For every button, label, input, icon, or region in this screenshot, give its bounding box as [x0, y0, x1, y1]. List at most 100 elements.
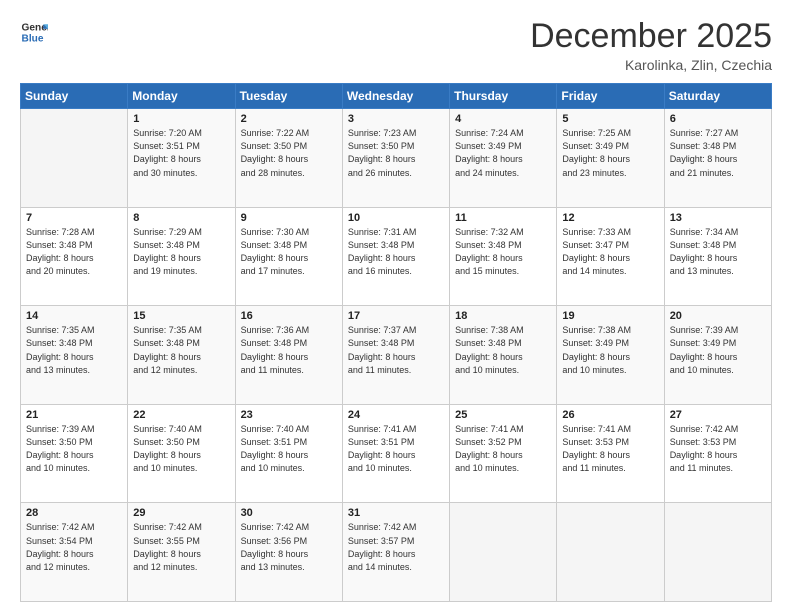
calendar-cell: 2 Sunrise: 7:22 AM Sunset: 3:50 PM Daylig…	[235, 109, 342, 208]
calendar-week-5: 28 Sunrise: 7:42 AM Sunset: 3:54 PM Dayli…	[21, 503, 772, 602]
calendar-cell: 1 Sunrise: 7:20 AM Sunset: 3:51 PM Daylig…	[128, 109, 235, 208]
calendar-cell: 10 Sunrise: 7:31 AM Sunset: 3:48 PM Dayli…	[342, 207, 449, 306]
cell-info: Sunrise: 7:35 AM Sunset: 3:48 PM Dayligh…	[133, 324, 229, 376]
calendar-cell: 27 Sunrise: 7:42 AM Sunset: 3:53 PM Dayli…	[664, 404, 771, 503]
day-number: 31	[348, 507, 444, 519]
month-title: December 2025	[530, 18, 772, 55]
cell-info: Sunrise: 7:34 AM Sunset: 3:48 PM Dayligh…	[670, 226, 766, 278]
cell-info: Sunrise: 7:42 AM Sunset: 3:53 PM Dayligh…	[670, 423, 766, 475]
calendar-week-4: 21 Sunrise: 7:39 AM Sunset: 3:50 PM Dayli…	[21, 404, 772, 503]
cell-info: Sunrise: 7:41 AM Sunset: 3:52 PM Dayligh…	[455, 423, 551, 475]
day-number: 17	[348, 310, 444, 322]
cell-info: Sunrise: 7:42 AM Sunset: 3:57 PM Dayligh…	[348, 521, 444, 573]
cell-info: Sunrise: 7:22 AM Sunset: 3:50 PM Dayligh…	[241, 127, 337, 179]
day-header-saturday: Saturday	[664, 84, 771, 109]
day-header-thursday: Thursday	[450, 84, 557, 109]
day-number: 11	[455, 212, 551, 224]
calendar-cell: 25Sunrise: 7:41 AM Sunset: 3:52 PM Dayli…	[450, 404, 557, 503]
calendar-cell: 24Sunrise: 7:41 AM Sunset: 3:51 PM Dayli…	[342, 404, 449, 503]
logo-icon: General Blue	[20, 18, 48, 46]
cell-info: Sunrise: 7:42 AM Sunset: 3:56 PM Dayligh…	[241, 521, 337, 573]
calendar-cell: 3 Sunrise: 7:23 AM Sunset: 3:50 PM Daylig…	[342, 109, 449, 208]
calendar-cell	[664, 503, 771, 602]
calendar-cell: 28 Sunrise: 7:42 AM Sunset: 3:54 PM Dayli…	[21, 503, 128, 602]
cell-info: Sunrise: 7:39 AM Sunset: 3:49 PM Dayligh…	[670, 324, 766, 376]
day-number: 28	[26, 507, 122, 519]
cell-info: Sunrise: 7:38 AM Sunset: 3:48 PM Dayligh…	[455, 324, 551, 376]
day-number: 16	[241, 310, 337, 322]
logo: General Blue	[20, 18, 48, 46]
cell-info: Sunrise: 7:24 AM Sunset: 3:49 PM Dayligh…	[455, 127, 551, 179]
calendar-week-1: 1 Sunrise: 7:20 AM Sunset: 3:51 PM Daylig…	[21, 109, 772, 208]
calendar-cell: 6 Sunrise: 7:27 AM Sunset: 3:48 PM Daylig…	[664, 109, 771, 208]
day-number: 29	[133, 507, 229, 519]
calendar-cell: 8 Sunrise: 7:29 AM Sunset: 3:48 PM Daylig…	[128, 207, 235, 306]
calendar-cell: 30Sunrise: 7:42 AM Sunset: 3:56 PM Dayli…	[235, 503, 342, 602]
calendar-cell: 20 Sunrise: 7:39 AM Sunset: 3:49 PM Dayli…	[664, 306, 771, 405]
day-number: 21	[26, 409, 122, 421]
calendar-cell: 14 Sunrise: 7:35 AM Sunset: 3:48 PM Dayli…	[21, 306, 128, 405]
cell-info: Sunrise: 7:40 AM Sunset: 3:51 PM Dayligh…	[241, 423, 337, 475]
calendar-cell: 29Sunrise: 7:42 AM Sunset: 3:55 PM Dayli…	[128, 503, 235, 602]
header: General Blue December 2025 Karolinka, Zl…	[20, 18, 772, 73]
cell-info: Sunrise: 7:35 AM Sunset: 3:48 PM Dayligh…	[26, 324, 122, 376]
cell-info: Sunrise: 7:23 AM Sunset: 3:50 PM Dayligh…	[348, 127, 444, 179]
cell-info: Sunrise: 7:42 AM Sunset: 3:54 PM Dayligh…	[26, 521, 122, 573]
day-number: 26	[562, 409, 658, 421]
calendar-cell: 31 Sunrise: 7:42 AM Sunset: 3:57 PM Dayli…	[342, 503, 449, 602]
cell-info: Sunrise: 7:28 AM Sunset: 3:48 PM Dayligh…	[26, 226, 122, 278]
day-number: 27	[670, 409, 766, 421]
calendar-cell: 11 Sunrise: 7:32 AM Sunset: 3:48 PM Dayli…	[450, 207, 557, 306]
cell-info: Sunrise: 7:33 AM Sunset: 3:47 PM Dayligh…	[562, 226, 658, 278]
calendar-week-3: 14 Sunrise: 7:35 AM Sunset: 3:48 PM Dayli…	[21, 306, 772, 405]
calendar-week-2: 7 Sunrise: 7:28 AM Sunset: 3:48 PM Daylig…	[21, 207, 772, 306]
cell-info: Sunrise: 7:31 AM Sunset: 3:48 PM Dayligh…	[348, 226, 444, 278]
calendar-cell: 17 Sunrise: 7:37 AM Sunset: 3:48 PM Dayli…	[342, 306, 449, 405]
calendar-cell: 9Sunrise: 7:30 AM Sunset: 3:48 PM Daylig…	[235, 207, 342, 306]
calendar-cell: 13Sunrise: 7:34 AM Sunset: 3:48 PM Dayli…	[664, 207, 771, 306]
calendar-cell: 15Sunrise: 7:35 AM Sunset: 3:48 PM Dayli…	[128, 306, 235, 405]
cell-info: Sunrise: 7:27 AM Sunset: 3:48 PM Dayligh…	[670, 127, 766, 179]
cell-info: Sunrise: 7:29 AM Sunset: 3:48 PM Dayligh…	[133, 226, 229, 278]
calendar-cell: 5Sunrise: 7:25 AM Sunset: 3:49 PM Daylig…	[557, 109, 664, 208]
day-number: 8	[133, 212, 229, 224]
day-header-monday: Monday	[128, 84, 235, 109]
calendar-cell	[450, 503, 557, 602]
day-number: 5	[562, 113, 658, 125]
day-header-wednesday: Wednesday	[342, 84, 449, 109]
location-subtitle: Karolinka, Zlin, Czechia	[530, 57, 772, 73]
day-number: 1	[133, 113, 229, 125]
calendar-cell: 18 Sunrise: 7:38 AM Sunset: 3:48 PM Dayli…	[450, 306, 557, 405]
calendar-table: SundayMondayTuesdayWednesdayThursdayFrid…	[20, 83, 772, 602]
calendar-cell: 4Sunrise: 7:24 AM Sunset: 3:49 PM Daylig…	[450, 109, 557, 208]
day-number: 6	[670, 113, 766, 125]
cell-info: Sunrise: 7:40 AM Sunset: 3:50 PM Dayligh…	[133, 423, 229, 475]
day-number: 23	[241, 409, 337, 421]
day-number: 9	[241, 212, 337, 224]
day-number: 19	[562, 310, 658, 322]
day-header-friday: Friday	[557, 84, 664, 109]
calendar-header-row: SundayMondayTuesdayWednesdayThursdayFrid…	[21, 84, 772, 109]
calendar-cell: 26Sunrise: 7:41 AM Sunset: 3:53 PM Dayli…	[557, 404, 664, 503]
cell-info: Sunrise: 7:20 AM Sunset: 3:51 PM Dayligh…	[133, 127, 229, 179]
calendar-cell: 7 Sunrise: 7:28 AM Sunset: 3:48 PM Daylig…	[21, 207, 128, 306]
day-number: 3	[348, 113, 444, 125]
svg-text:Blue: Blue	[22, 33, 44, 44]
cell-info: Sunrise: 7:39 AM Sunset: 3:50 PM Dayligh…	[26, 423, 122, 475]
day-number: 10	[348, 212, 444, 224]
calendar-cell	[557, 503, 664, 602]
day-number: 2	[241, 113, 337, 125]
day-number: 12	[562, 212, 658, 224]
day-number: 14	[26, 310, 122, 322]
cell-info: Sunrise: 7:38 AM Sunset: 3:49 PM Dayligh…	[562, 324, 658, 376]
cell-info: Sunrise: 7:41 AM Sunset: 3:51 PM Dayligh…	[348, 423, 444, 475]
day-number: 18	[455, 310, 551, 322]
calendar-cell: 22Sunrise: 7:40 AM Sunset: 3:50 PM Dayli…	[128, 404, 235, 503]
calendar-cell: 21 Sunrise: 7:39 AM Sunset: 3:50 PM Dayli…	[21, 404, 128, 503]
title-block: December 2025 Karolinka, Zlin, Czechia	[530, 18, 772, 73]
cell-info: Sunrise: 7:32 AM Sunset: 3:48 PM Dayligh…	[455, 226, 551, 278]
day-number: 7	[26, 212, 122, 224]
cell-info: Sunrise: 7:37 AM Sunset: 3:48 PM Dayligh…	[348, 324, 444, 376]
day-number: 20	[670, 310, 766, 322]
day-header-tuesday: Tuesday	[235, 84, 342, 109]
